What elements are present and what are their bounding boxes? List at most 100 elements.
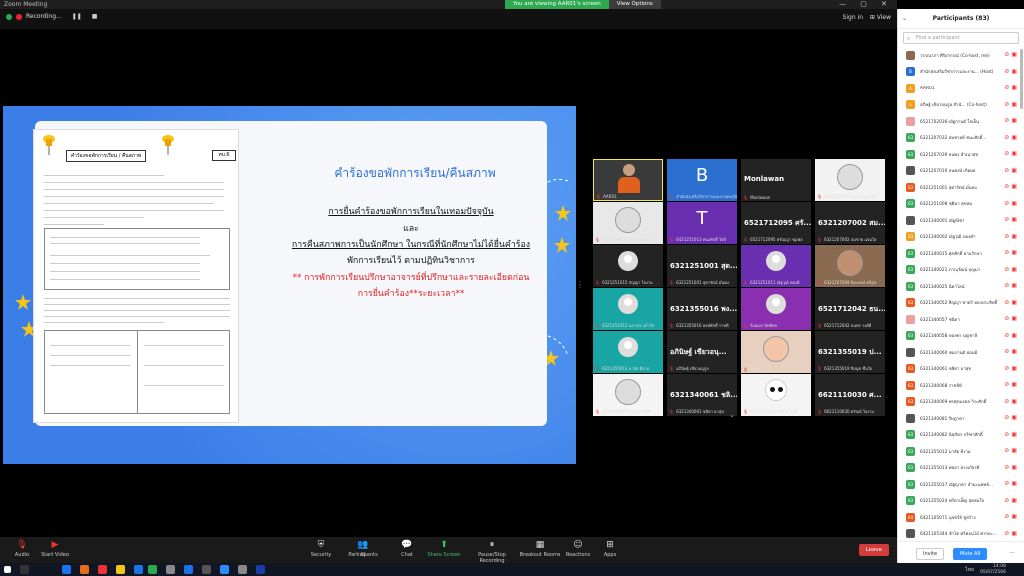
view-button[interactable]: ⊞ View <box>870 14 891 21</box>
participant-row[interactable]: 6321207016 ธนพงษ์ เกิดผล ⊘▣ <box>898 163 1024 180</box>
participant-row[interactable]: 63 6321340069 พรศุภมงคล วีระศักดิ์ ⊘▣ <box>898 394 1024 411</box>
participant-row[interactable]: 63 6321207032 สมชายดี ชนะศักดิ์... ⊘▣ <box>898 130 1024 147</box>
video-tile[interactable]: 🎙 AAR01 <box>593 159 663 201</box>
video-tile[interactable]: 🎙 6321207009 ปิยะพงษ์ ศรีสุข <box>815 245 885 287</box>
participant-status-icons: ⊘▣ <box>1004 233 1019 240</box>
share-screen-button[interactable]: ⬆ Share Screen <box>422 540 466 558</box>
video-tile[interactable]: อภินิษฐ์ เขียวอนุ... 🎙 อภินิษฐ์ เขียวอนุกู… <box>667 331 737 373</box>
participant-row[interactable]: B สำนักส่งเสริมวิชาการและงาน... (Host) ⊘▣ <box>898 64 1024 81</box>
video-tile[interactable]: 🎙 6621121011 ชนะธร รุ่งเรือง <box>815 159 885 201</box>
tile-name-label: 🎙 6321207009 ปิยะพงษ์ ศรีสุข <box>817 279 876 286</box>
video-tile[interactable]: 🎙 6321251011 ณัฐวุฒิ ทองดี <box>741 245 811 287</box>
video-tile[interactable]: 🎙 6221340027 วรรณา สุขดี <box>593 374 663 416</box>
participant-row[interactable]: 6321340001 ณัฐณิชา ⊘▣ <box>898 212 1024 229</box>
pause-recording-icon[interactable]: ❚❚ <box>72 13 82 20</box>
security-button[interactable]: ⛨ Security <box>299 540 343 558</box>
participants-button[interactable]: 👥83 Participants <box>341 540 385 558</box>
split-handle-icon[interactable]: ⋮ <box>576 280 584 289</box>
mute-all-button[interactable]: Mute All <box>953 548 988 560</box>
apps-button[interactable]: ⊞ Apps <box>588 540 632 558</box>
video-tile[interactable]: 🎙 Annorchiid <box>741 331 811 373</box>
video-tile[interactable]: 6321355016 พง... 🎙 6321355016 พงษ์ศักดิ์ ร… <box>667 288 737 330</box>
participant-row[interactable]: 63 6321340021 ภาณุวัฒน์ บุญมา ⊘▣ <box>898 262 1024 279</box>
avatar: อ <box>906 100 915 110</box>
participant-name: 6321340058 ทองพา บุญชาลี <box>920 334 978 340</box>
video-tile[interactable]: 🎙 6321355012 มาลัย ดีงาม <box>593 331 663 373</box>
video-tile[interactable]: 🎙 ร้อยเอก อิทธิพล <box>741 288 811 330</box>
app-icon[interactable] <box>134 565 143 574</box>
participant-row[interactable]: 6521702036-ณัฐกานต์ ใจเย็น ⊘▣ <box>898 113 1024 130</box>
participant-name: 6321340015 ศุภศักดิ์ ยานรักษา <box>920 251 982 257</box>
participant-row[interactable]: 63 6321355024 ฟรีดาเพ็ญ สุดสมใจ ⊘▣ <box>898 493 1024 510</box>
participant-row[interactable]: 6321340081 ริษฎาดา ⊘▣ <box>898 410 1024 427</box>
participant-row[interactable]: 64 6421105071 นุชจรีย์ ชูสร้าง ⊘▣ <box>898 509 1024 526</box>
participant-row[interactable]: 63 6321340015 ศุภศักดิ์ ยานรักษา ⊘▣ <box>898 245 1024 262</box>
stop-recording-icon[interactable]: ■ <box>92 13 98 20</box>
video-tile[interactable]: 6321251001 สุด... 🎙 6321251001 สุดารัตน์ ม… <box>667 245 737 287</box>
file-explorer-icon[interactable] <box>116 565 125 574</box>
chrome-icon[interactable] <box>98 565 107 574</box>
video-tile[interactable]: 🎙 6421701021 ชลธิชา ใจดี <box>741 374 811 416</box>
window-controls[interactable]: — ▢ ✕ <box>839 0 893 8</box>
avatar: 63 <box>906 397 915 407</box>
participant-row[interactable]: 63 6321340025 นิดาไลน์ ⊘▣ <box>898 278 1024 295</box>
participant-row[interactable]: 63 6321355017 ณัฐญาดา ลำมะแพทย์... ⊘▣ <box>898 476 1024 493</box>
line-icon[interactable] <box>148 565 157 574</box>
video-tile[interactable]: T 🎙 6421251013 ทนงศักดิ์ ใจดี <box>667 202 737 244</box>
participant-row[interactable]: 63 6321355012 มาลัย ดีงาม ⊘▣ <box>898 443 1024 460</box>
participant-row[interactable]: อ อภิษฐ์ เขียวอนุกูล สำนั... (Co-host) ⊘▣ <box>898 97 1024 114</box>
language-indicator[interactable]: ไทย <box>965 566 974 574</box>
leave-button[interactable]: Leave <box>858 544 889 556</box>
participant-row[interactable]: 63 6321340058 ทองพา บุญชาลี ⊘▣ <box>898 328 1024 345</box>
video-tile[interactable]: Monlawan 🎙 Monlawan <box>741 159 811 201</box>
participant-row[interactable]: 63 6321251008 ชุติมา สุขสม ⊘▣ <box>898 196 1024 213</box>
zoom-icon[interactable] <box>220 565 229 574</box>
app-icon[interactable] <box>166 565 175 574</box>
participant-row[interactable]: 63 6321251001 สุดารัตน์ มั่นคง ⊘▣ <box>898 179 1024 196</box>
form-document-image: คำร้องขอพักการเรียน / คืนสภาพ ทบ.6 <box>33 129 239 423</box>
participant-row[interactable]: 63 6321340002 ณัฐวุฒิ ทองคำ ⊘▣ <box>898 229 1024 246</box>
video-tile[interactable]: 6321355019 ป... 🎙 6321355019 ปิยนุช ชื่นใจ <box>815 331 885 373</box>
chevron-down-icon[interactable]: ⌄ <box>902 9 907 29</box>
video-tile[interactable]: 🎙 6321251012 นภาพร แก้วใส <box>593 288 663 330</box>
sign-in-link[interactable]: Sign in <box>843 14 863 21</box>
view-options-button[interactable]: View Options <box>608 0 661 9</box>
participant-row[interactable]: 63 6321340052 สิญญา ชาตรี ทองประสิทธิ์ ⊘▣ <box>898 295 1024 312</box>
video-tile[interactable]: 6521712042 ธน... 🎙 6521712042 ธนพร วงศ์ดี <box>815 288 885 330</box>
gallery-next-page-icon[interactable]: ⌄ <box>729 411 735 419</box>
participant-row[interactable]: A AAR01 ⊘▣ <box>898 80 1024 97</box>
video-off-icon: ▣ <box>1011 84 1019 91</box>
participant-row[interactable]: 6421105344 ชำโต ศรีคอนไม้ ศากยะ... ⊘▣ <box>898 526 1024 542</box>
windows-start-icon[interactable] <box>4 566 11 573</box>
invite-button[interactable]: Invite <box>916 548 945 560</box>
video-tile[interactable]: 6321207002 สม... 🎙 6321207002 สมชาย แจ่มใส <box>815 202 885 244</box>
participant-row[interactable]: 63 6321355013 พลอา ทรงเกียรติ ⊘▣ <box>898 460 1024 477</box>
firefox-icon[interactable] <box>80 565 89 574</box>
edge-icon[interactable] <box>62 565 71 574</box>
app-icon[interactable] <box>184 565 193 574</box>
participant-row[interactable]: 6321340057 ชนิดา ⊘▣ <box>898 311 1024 328</box>
participant-row[interactable]: 63 6321340082 นิสุภัทร กรีฑาศักดิ์ ⊘▣ <box>898 427 1024 444</box>
app-icon[interactable] <box>202 565 211 574</box>
participant-search-input[interactable]: ⌕ Find a participant <box>903 32 1019 44</box>
participant-row[interactable]: 6321340060 ชนกานต์ ผ่อนผี ⊘▣ <box>898 344 1024 361</box>
video-tile[interactable]: 6321340061 ชลิ... 🎙 6321340061 ชลิตา ผาสุข <box>667 374 737 416</box>
video-tile[interactable]: 🎙 6321251015 กัญญา ใจงาม <box>593 245 663 287</box>
participant-row[interactable]: 63 6321340061 ชลิตา ผาสุข ⊘▣ <box>898 361 1024 378</box>
start-video-button[interactable]: ▶ Start Video <box>33 540 77 558</box>
participant-list-scrollbar[interactable] <box>1020 49 1023 109</box>
video-tile[interactable]: 🎙 6521712001 วนิดา ยิ่งทอง <box>593 202 663 244</box>
participant-row[interactable]: 63 6321207039 ธนพร สำเนาสุข ⊘▣ <box>898 146 1024 163</box>
video-tile[interactable]: B 🎙 สำนักส่งเสริมวิชาการและงานทะเบียน <box>667 159 737 201</box>
word-icon[interactable] <box>256 565 265 574</box>
video-tile[interactable]: 6621110030 ศ... 🎙 6621110030 ศรัณย์ ใจงาม <box>815 374 885 416</box>
clock[interactable]: 14:08 05/07/2566 <box>980 564 1006 575</box>
participant-status-icons: ⊘▣ <box>1004 398 1019 405</box>
search-taskbar-icon[interactable] <box>20 565 29 574</box>
video-tile[interactable]: 6521712095 ศรั... 🎙 6521712095 ศรัณญ่า ชุม… <box>741 202 811 244</box>
pause-stop-recording-button[interactable]: ⏸ Pause/Stop Recording <box>467 540 517 564</box>
participant-row[interactable]: 63 6321340068 ราชสีห์ ⊘▣ <box>898 377 1024 394</box>
app-icon[interactable] <box>238 565 247 574</box>
participant-row[interactable]: วรรณาภา ศิริยากรณ์ (Co-host, me) ⊘▣ <box>898 47 1024 64</box>
more-options-button[interactable]: ... <box>1009 548 1015 555</box>
